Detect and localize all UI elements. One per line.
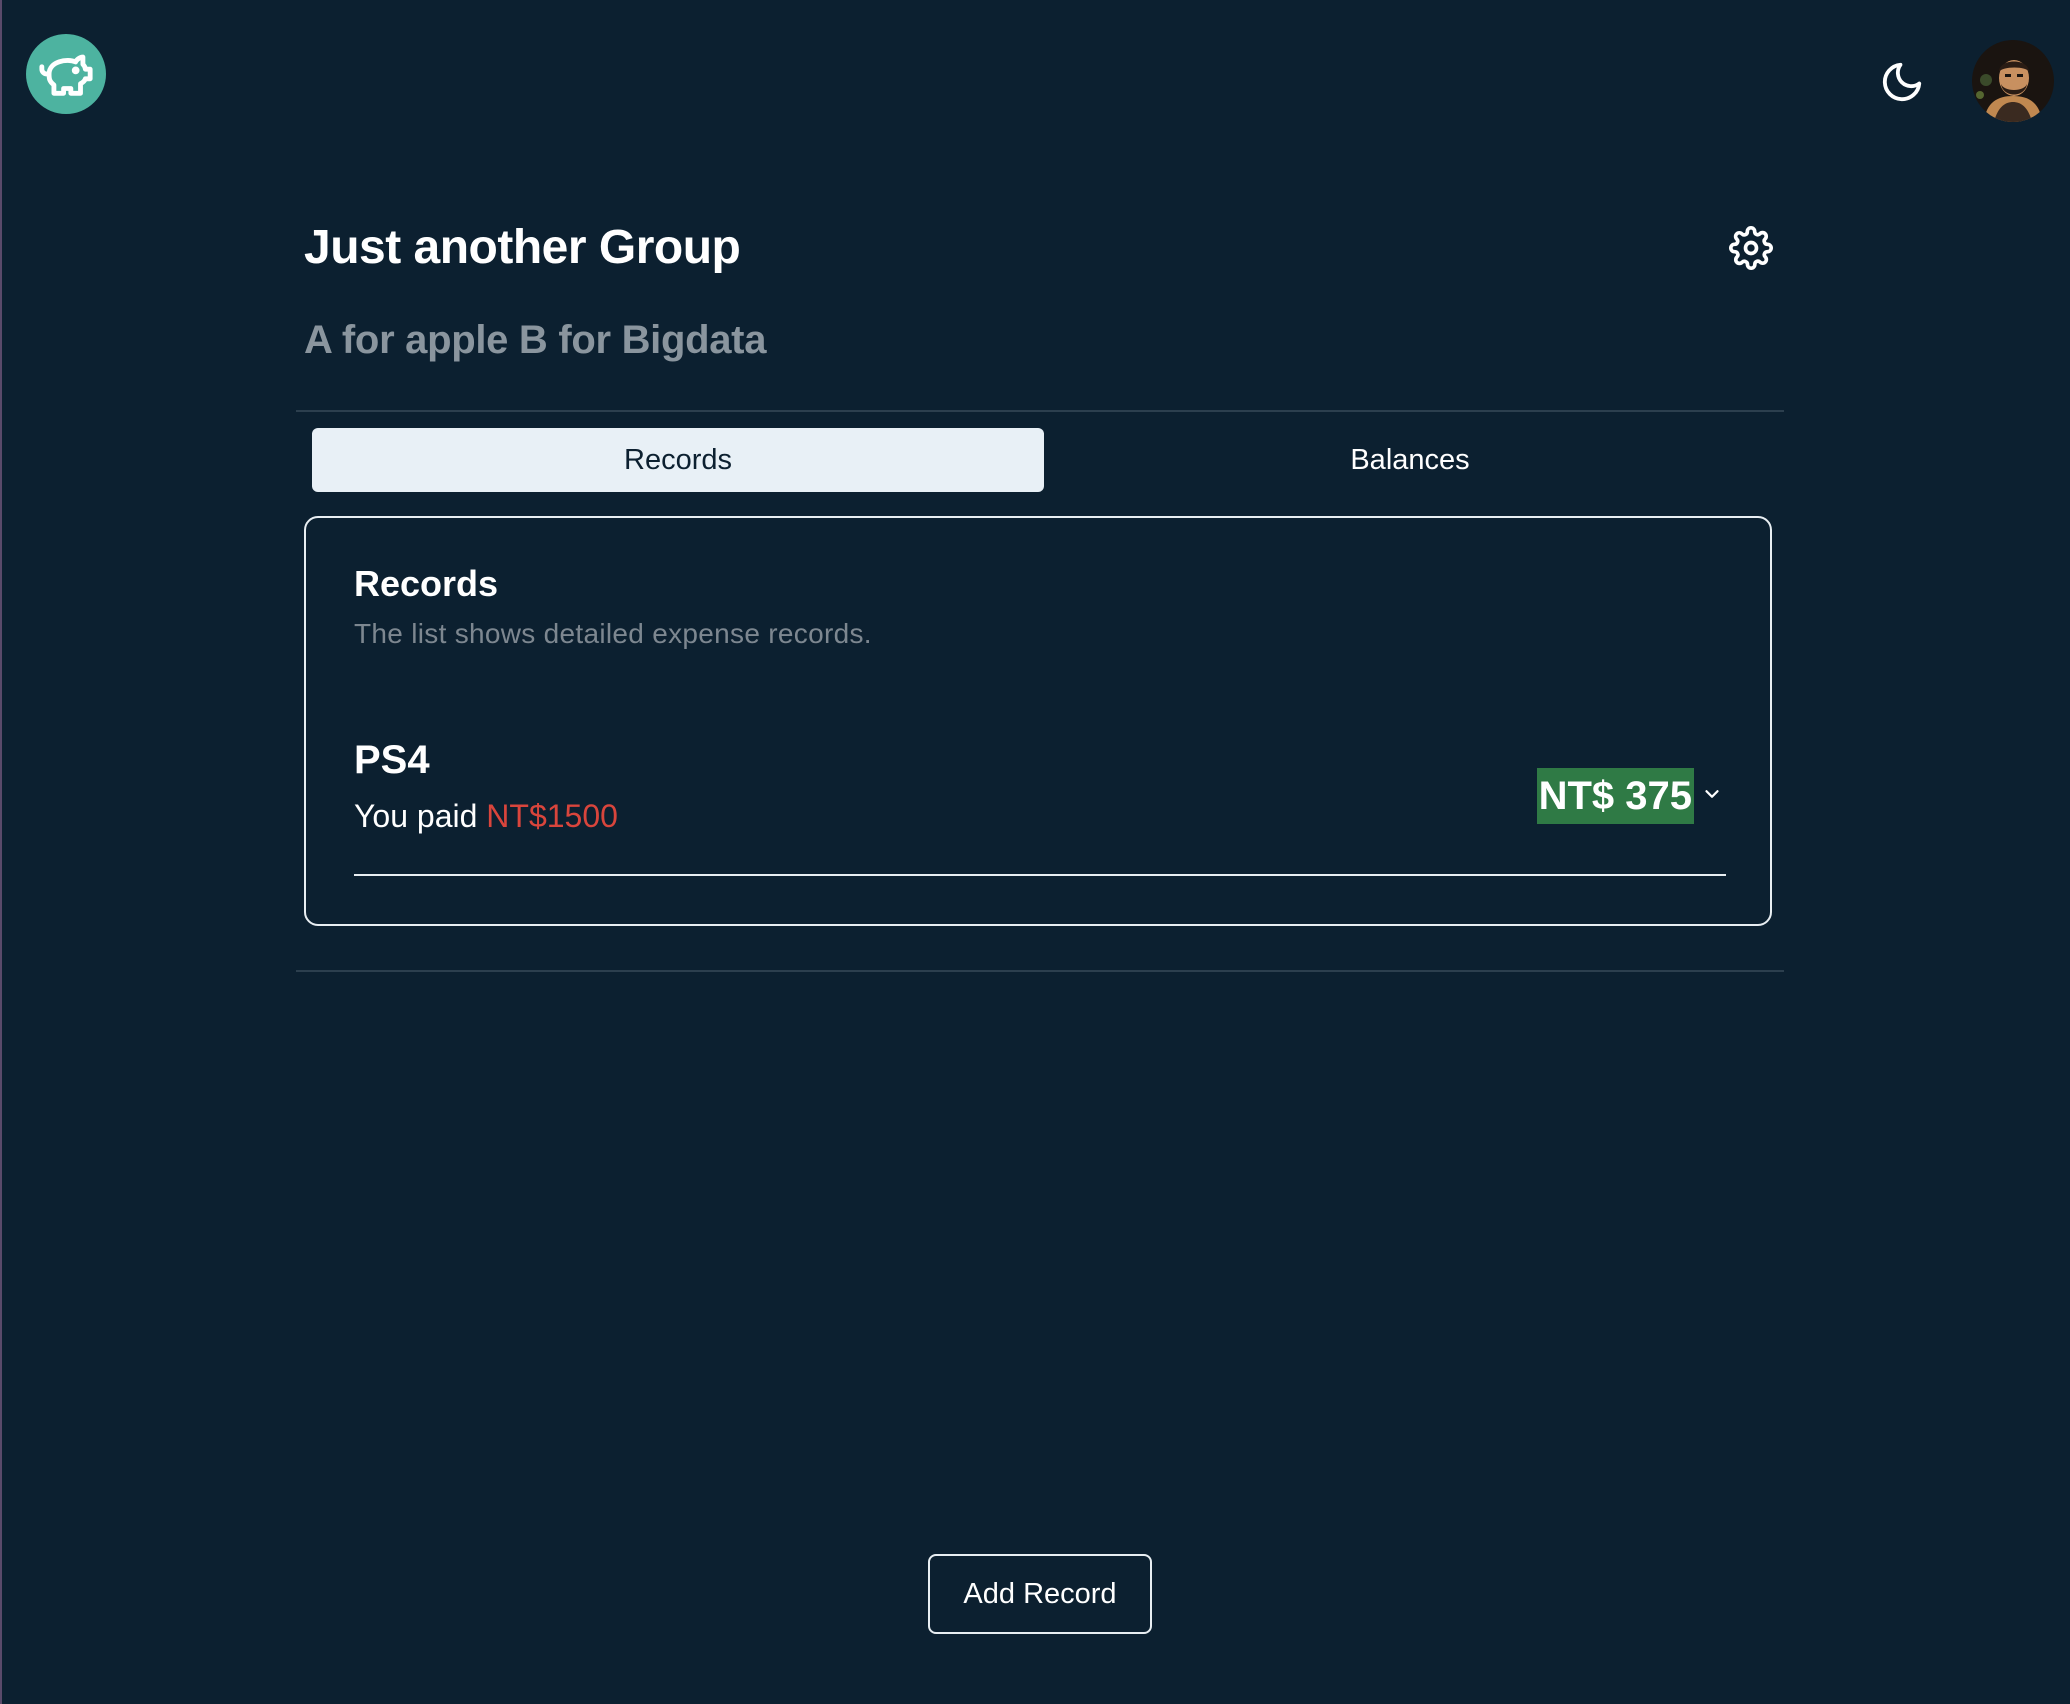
record-item[interactable]: PS4 You paid NT$1500 NT$ 375 — [354, 738, 1726, 898]
tab-records[interactable]: Records — [312, 428, 1044, 492]
records-card: Records The list shows detailed expense … — [304, 516, 1772, 926]
record-name: PS4 — [354, 738, 430, 782]
group-settings-button[interactable] — [1728, 225, 1774, 271]
card-subtitle: The list shows detailed expense records. — [354, 618, 872, 649]
header-divider — [296, 410, 1784, 412]
user-avatar[interactable] — [1972, 40, 2054, 122]
paid-prefix: You paid — [354, 798, 487, 834]
theme-toggle-button[interactable] — [1876, 56, 1928, 108]
card-title: Records — [354, 563, 499, 604]
gear-icon — [1729, 226, 1773, 270]
add-record-button[interactable]: Add Record — [928, 1554, 1152, 1634]
record-share-amount: NT$ 375 — [1536, 768, 1694, 824]
app-logo[interactable] — [26, 34, 106, 114]
tab-balances[interactable]: Balances — [1044, 428, 1776, 492]
avatar-image — [1972, 40, 2054, 122]
group-description: A for apple B for Bigdata — [304, 318, 767, 362]
window-edge — [0, 0, 2, 1704]
record-divider — [354, 874, 1726, 876]
record-paid-text: You paid NT$1500 — [354, 798, 618, 835]
content-divider — [296, 970, 1784, 972]
paid-amount: NT$1500 — [486, 798, 618, 834]
group-title: Just another Group — [304, 221, 741, 274]
expand-record-toggle[interactable] — [1698, 780, 1726, 808]
piggy-bank-icon — [39, 54, 93, 96]
tab-bar: Records Balances — [312, 428, 1776, 492]
moon-icon — [1882, 62, 1922, 102]
chevron-down-icon — [1705, 790, 1719, 798]
